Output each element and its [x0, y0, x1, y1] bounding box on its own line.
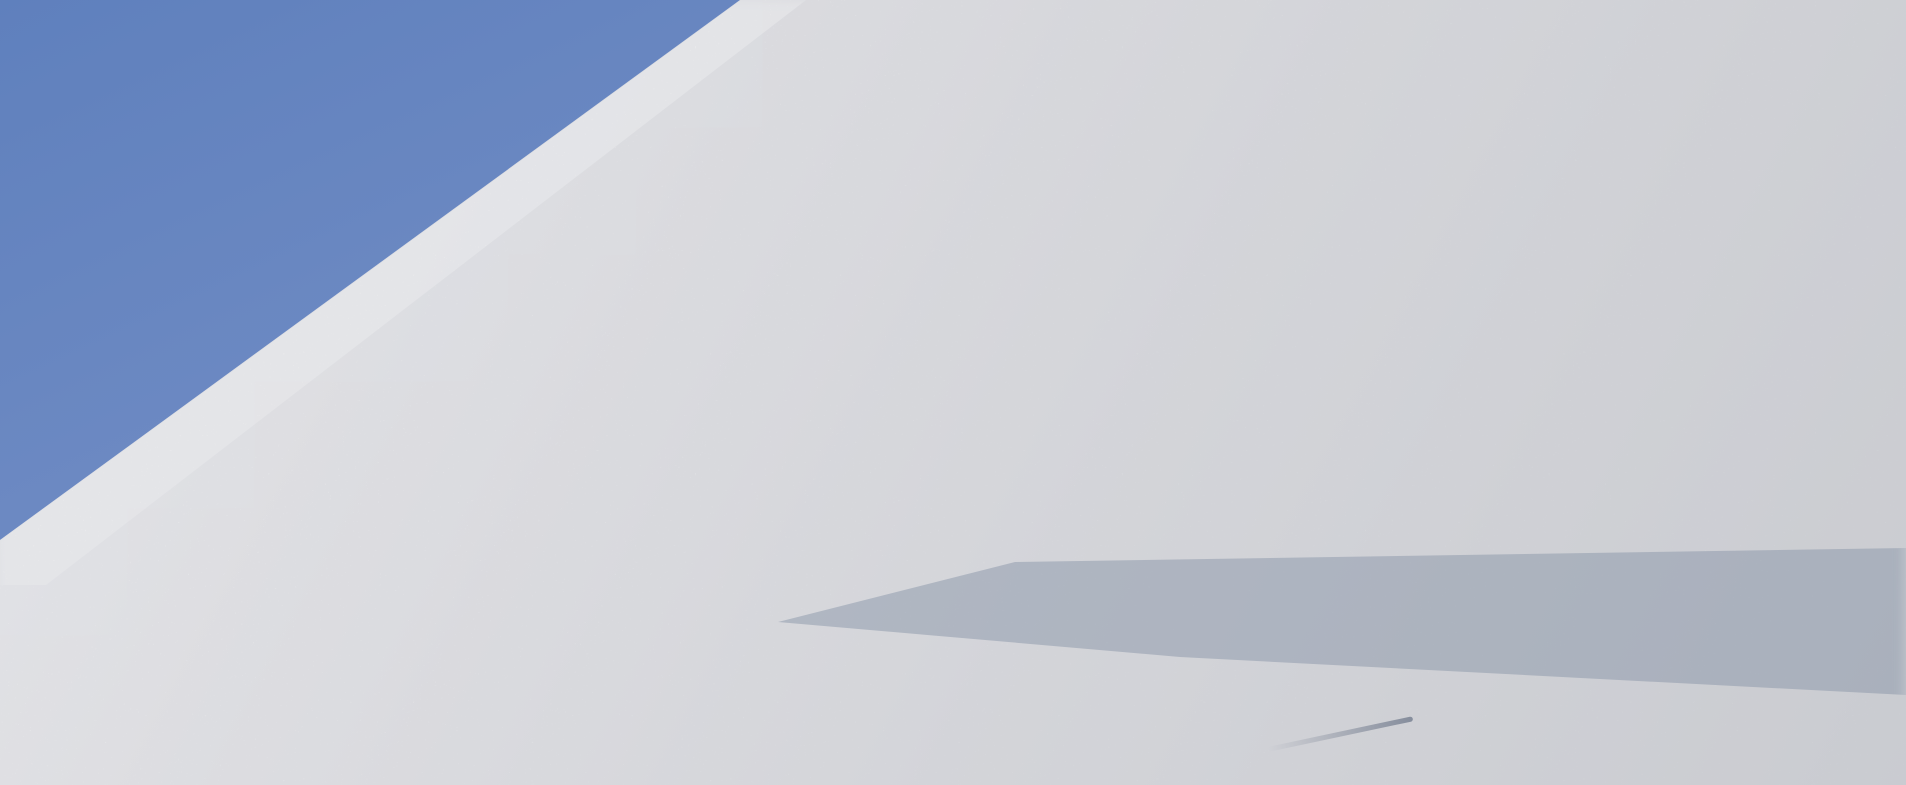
- twig: [1404, 723, 1416, 733]
- desktop: My Host Audio Photo: [0, 0, 1906, 785]
